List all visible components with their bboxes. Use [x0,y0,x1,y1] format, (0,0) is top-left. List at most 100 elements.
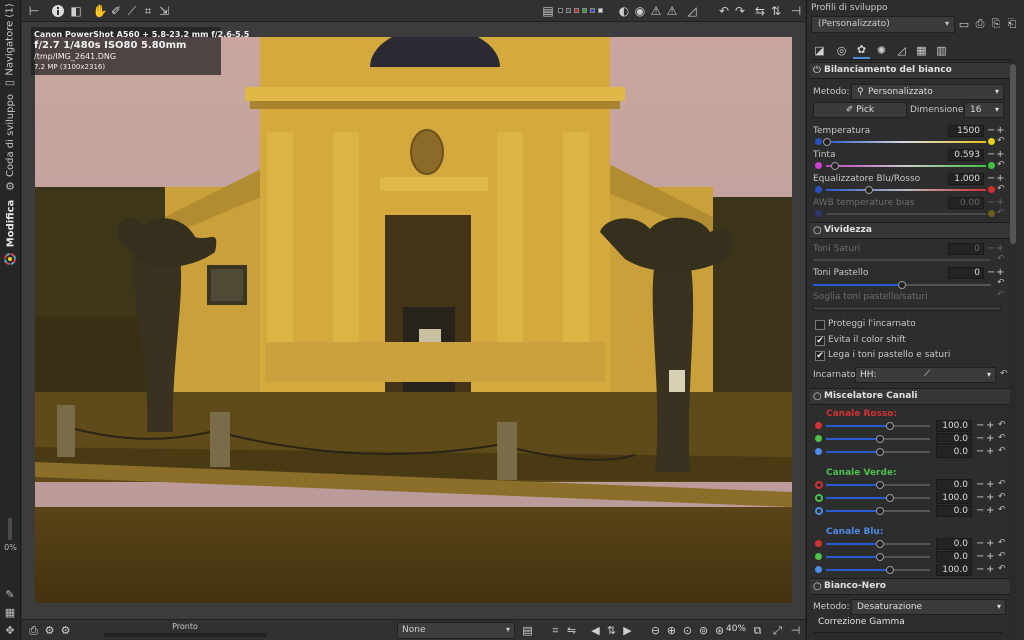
panel-toggle-icon[interactable]: ⊣ [788,3,804,19]
red-mix-plus-1[interactable]: + [986,434,994,444]
tab-edit[interactable]: Modifica [0,199,21,247]
history-icon[interactable]: ⊢ [26,3,42,19]
green-mix-input-1[interactable]: 100.0 [936,492,972,504]
power-icon[interactable]: ⏻ [813,65,821,76]
blue-mix-input-0[interactable]: 0.0 [936,538,972,550]
panel-toggle-icon[interactable]: ⊣ [788,623,803,638]
shadow-clip-icon[interactable]: ◉ [632,3,648,19]
focus-mask-icon[interactable]: ◐ [616,3,632,19]
reset-icon[interactable]: ↶ [998,564,1006,574]
blue-mix-input-1[interactable]: 0.0 [936,551,972,563]
reset-icon[interactable]: ↶ [997,278,1005,288]
hand-icon[interactable]: ✋ [92,3,108,19]
green-mix-plus-1[interactable]: + [986,493,994,503]
tab-color[interactable]: ✿ [853,41,870,59]
before-after-icon[interactable]: ◧ [68,3,84,19]
crop-icon[interactable]: ⌗ [140,3,156,19]
crop-sync-icon[interactable]: ⌗ [548,623,563,638]
section-channel-mixer[interactable]: ○ Miscelatore Canali [810,388,1010,405]
tab-metadata[interactable]: ▥ [933,41,950,59]
section-black-white[interactable]: ○ Bianco-Nero [810,578,1010,595]
green-mix-knob-1[interactable] [886,494,894,502]
copy-profile-icon[interactable]: ⎘ [989,17,1003,31]
toggle-icon[interactable]: ○ [813,391,822,402]
green-mix-minus-1[interactable]: − [976,493,984,503]
blue-mix-plus-2[interactable]: + [986,565,994,575]
temperature-plus[interactable]: + [996,126,1004,136]
preview-mode-select[interactable]: None ▾ [397,622,515,639]
sync-icon[interactable]: ⇋ [564,623,579,638]
swap-icon[interactable]: ⇅ [604,623,619,638]
green-mix-minus-0[interactable]: − [976,480,984,490]
reset-icon[interactable]: ↶ [997,290,1005,300]
saturated-minus[interactable]: − [987,244,995,254]
awb-bias-minus[interactable]: − [987,198,995,208]
pick-button[interactable]: ✐ Pick [813,102,907,118]
filmstrip-icon[interactable]: ▤ [520,623,535,638]
open-profile-icon[interactable]: ▭ [957,17,971,31]
pastel-minus[interactable]: − [987,268,995,278]
save-icon[interactable]: ⎙ [26,623,41,638]
awb-bias-input[interactable]: 0.00 [948,197,984,209]
blue-mix-minus-1[interactable]: − [976,552,984,562]
image-preview-area[interactable]: Canon PowerShot A560 + 5.8-23.2 mm f/2.6… [22,22,805,619]
zoom-crop-icon[interactable]: ⊚ [696,623,711,638]
saturated-tones-input[interactable]: 0 [948,243,984,255]
profile-select[interactable]: (Personalizzato) ▾ [811,16,955,33]
blue-mix-knob-2[interactable] [886,566,894,574]
reset-icon[interactable]: ↶ [997,254,1005,264]
toggle-icon[interactable]: ○ [813,225,822,236]
green-mix-plus-0[interactable]: + [986,480,994,490]
clip-green-icon[interactable] [582,8,587,13]
reset-icon[interactable]: ↶ [997,160,1005,170]
tint-input[interactable]: 0.593 [948,149,984,161]
tint-knob[interactable] [831,162,839,170]
toggle-icon[interactable]: ○ [813,581,822,592]
green-mix-knob-0[interactable] [876,481,884,489]
tab-wavelet[interactable]: ✺ [873,41,890,59]
reset-icon[interactable]: ↶ [998,446,1006,456]
protect-skin-checkbox[interactable] [815,320,825,330]
editor-icon[interactable]: ⚙ [58,623,73,638]
tab-navigator[interactable]: Navigatore (1) [0,3,21,75]
tool-panel-scrollbar[interactable] [1009,60,1017,640]
blue-mix-knob-1[interactable] [876,553,884,561]
blue-mix-minus-0[interactable]: − [976,539,984,549]
red-mix-minus-2[interactable]: − [976,447,984,457]
move-icon[interactable]: ✥ [3,624,17,637]
saturated-tones-slider[interactable] [813,259,991,261]
gear-icon[interactable]: ⚙ [3,180,17,193]
preferences-icon[interactable]: ✎ [3,588,17,601]
wb-picker-icon[interactable]: ✐ [108,3,124,19]
red-mix-input-2[interactable]: 0.0 [936,446,972,458]
reset-icon[interactable]: ↶ [998,479,1006,489]
save-profile-icon[interactable]: ⎙ [973,17,987,31]
info-icon[interactable] [50,3,66,19]
bw-method-select[interactable]: Desaturazione ▾ [851,599,1006,615]
green-mix-knob-2[interactable] [876,507,884,515]
clip-red-icon[interactable] [574,8,579,13]
zoom-out-icon[interactable]: ⊖ [648,623,663,638]
blue-mix-minus-2[interactable]: − [976,565,984,575]
wb-method-select[interactable]: ⚲ Personalizzato ▾ [851,84,1004,100]
tint-plus[interactable]: + [996,150,1004,160]
zoom-100-icon[interactable]: ⊛ [712,623,727,638]
zoom-fit-icon[interactable]: ⊙ [680,623,695,638]
next-icon[interactable]: ▶ [620,623,635,638]
red-mix-input-0[interactable]: 100.0 [936,420,972,432]
green-mix-input-0[interactable]: 0.0 [936,479,972,491]
reset-icon[interactable]: ↶ [998,433,1006,443]
equalizer-slider[interactable] [826,189,986,191]
clip-blue-icon[interactable] [590,8,595,13]
tab-detail[interactable]: ◎ [833,41,850,59]
clip-gray-icon[interactable] [566,8,571,13]
red-mix-plus-0[interactable]: + [986,421,994,431]
previous-icon[interactable]: ◀ [588,623,603,638]
equalizer-knob[interactable] [865,186,873,194]
flip-v-icon[interactable]: ⇅ [768,3,784,19]
color-wheel-icon[interactable] [3,252,17,265]
section-white-balance[interactable]: ⏻ Bilanciamento del bianco [810,62,1010,79]
green-mix-plus-2[interactable]: + [986,506,994,516]
blue-mix-knob-0[interactable] [876,540,884,548]
awb-bias-slider[interactable] [826,213,986,215]
